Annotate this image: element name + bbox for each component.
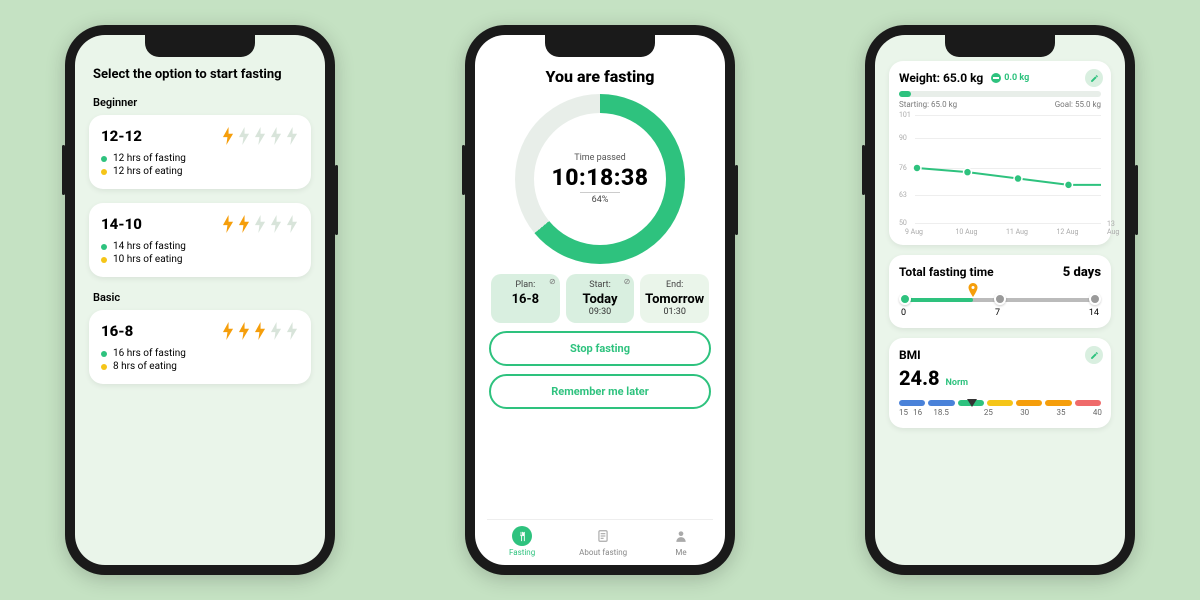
stop-fasting-button[interactable]: Stop fasting (489, 331, 711, 366)
bolt-icon (253, 322, 267, 340)
minus-icon (991, 73, 1001, 83)
ring-label: Time passed (574, 153, 626, 163)
phone-frame-2: You are fasting Time passed 10:18:38 64%… (465, 25, 735, 575)
tab-about-fasting[interactable]: About fasting (579, 526, 627, 557)
weight-title: Weight: 65.0 kg (899, 71, 983, 85)
fasting-hours-label: 12 hrs of fasting (113, 153, 186, 164)
bolt-icon (237, 215, 251, 233)
person-icon (671, 526, 691, 546)
bolt-icon (285, 127, 299, 145)
difficulty-bolts (221, 127, 299, 145)
bolt-icon (221, 322, 235, 340)
page-title: Select the option to start fasting (89, 67, 311, 82)
slider-tick-0 (899, 293, 911, 305)
bolt-icon (221, 215, 235, 233)
bmi-value: 24.8 (899, 366, 940, 390)
slot-start[interactable]: ⊘Start: Today 09:30 (566, 274, 635, 323)
bolt-icon (237, 127, 251, 145)
bolt-icon (269, 215, 283, 233)
pencil-icon (1090, 351, 1099, 360)
weight-goal-progress (899, 91, 1101, 97)
plan-card-16-8[interactable]: 16-8 16 hrs of fasting 8 hrs of eating (89, 310, 311, 384)
bolt-icon (253, 127, 267, 145)
edit-bmi-button[interactable] (1085, 346, 1103, 364)
screen-select-plan: Select the option to start fasting Begin… (75, 35, 325, 565)
bolt-icon (269, 322, 283, 340)
slider-tick-7 (994, 293, 1006, 305)
difficulty-bolts (221, 322, 299, 340)
fasting-hours-label: 14 hrs of fasting (113, 241, 186, 252)
bolt-icon (285, 322, 299, 340)
edit-icon: ⊘ (624, 277, 631, 286)
fasting-days-slider (905, 298, 1095, 302)
starting-weight-label: Starting: 65.0 kg (899, 100, 957, 109)
progress-ring: Time passed 10:18:38 64% (515, 94, 685, 264)
remember-later-button[interactable]: Remember me later (489, 374, 711, 409)
plan-group-label: Beginner (89, 96, 311, 109)
screen-stats: Weight: 65.0 kg 0.0 kg Starting: 65.0 kg… (875, 35, 1125, 565)
goal-weight-label: Goal: 55.0 kg (1055, 100, 1101, 109)
eating-hours-label: 10 hrs of eating (113, 254, 183, 265)
bmi-classification: Norm (946, 378, 969, 388)
plan-name: 12-12 (101, 127, 142, 145)
difficulty-bolts (221, 215, 299, 233)
elapsed-time: 10:18:38 (552, 164, 649, 191)
slider-tick-14 (1089, 293, 1101, 305)
eating-hours-label: 12 hrs of eating (113, 166, 183, 177)
slot-plan[interactable]: ⊘Plan: 16-8 (491, 274, 560, 323)
plan-card-12-12[interactable]: 12-12 12 hrs of fasting 12 hrs of eating (89, 115, 311, 189)
page-title: You are fasting (489, 67, 711, 86)
weight-card: Weight: 65.0 kg 0.0 kg Starting: 65.0 kg… (889, 61, 1111, 245)
bmi-scale (899, 400, 1101, 406)
pencil-icon (1090, 74, 1099, 83)
tab-bar: Fasting About fasting Me (487, 519, 713, 557)
edit-weight-button[interactable] (1085, 69, 1103, 87)
screen-fasting-timer: You are fasting Time passed 10:18:38 64%… (475, 35, 725, 565)
tab-me[interactable]: Me (671, 526, 691, 557)
plan-name: 14-10 (101, 215, 142, 233)
total-fasting-value: 5 days (1063, 265, 1101, 280)
bmi-title: BMI (899, 348, 1101, 362)
map-pin-icon (967, 282, 979, 301)
plan-group-label: Basic (89, 291, 311, 304)
total-fasting-card: Total fasting time 5 days 0 7 14 (889, 255, 1111, 328)
weight-line-chart: 101907663509 Aug10 Aug11 Aug12 Aug13 Aug (899, 115, 1101, 235)
slot-end: End: Tomorrow 01:30 (640, 274, 709, 323)
phone-frame-1: Select the option to start fasting Begin… (65, 25, 335, 575)
utensils-icon (512, 526, 532, 546)
list-icon (593, 526, 613, 546)
plan-card-14-10[interactable]: 14-10 14 hrs of fasting 10 hrs of eating (89, 203, 311, 277)
bolt-icon (285, 215, 299, 233)
bolt-icon (253, 215, 267, 233)
weight-delta: 0.0 kg (991, 73, 1029, 83)
total-fasting-title: Total fasting time (899, 265, 994, 279)
phone-frame-3: Weight: 65.0 kg 0.0 kg Starting: 65.0 kg… (865, 25, 1135, 575)
fasting-hours-label: 16 hrs of fasting (113, 348, 186, 359)
plan-name: 16-8 (101, 322, 133, 340)
bmi-card: BMI 24.8 Norm 151618.525303540 (889, 338, 1111, 428)
bolt-icon (269, 127, 283, 145)
bolt-icon (221, 127, 235, 145)
eating-hours-label: 8 hrs of eating (113, 361, 177, 372)
tab-fasting[interactable]: Fasting (509, 526, 535, 557)
edit-icon: ⊘ (549, 277, 556, 286)
progress-percent: 64% (580, 192, 620, 205)
bolt-icon (237, 322, 251, 340)
